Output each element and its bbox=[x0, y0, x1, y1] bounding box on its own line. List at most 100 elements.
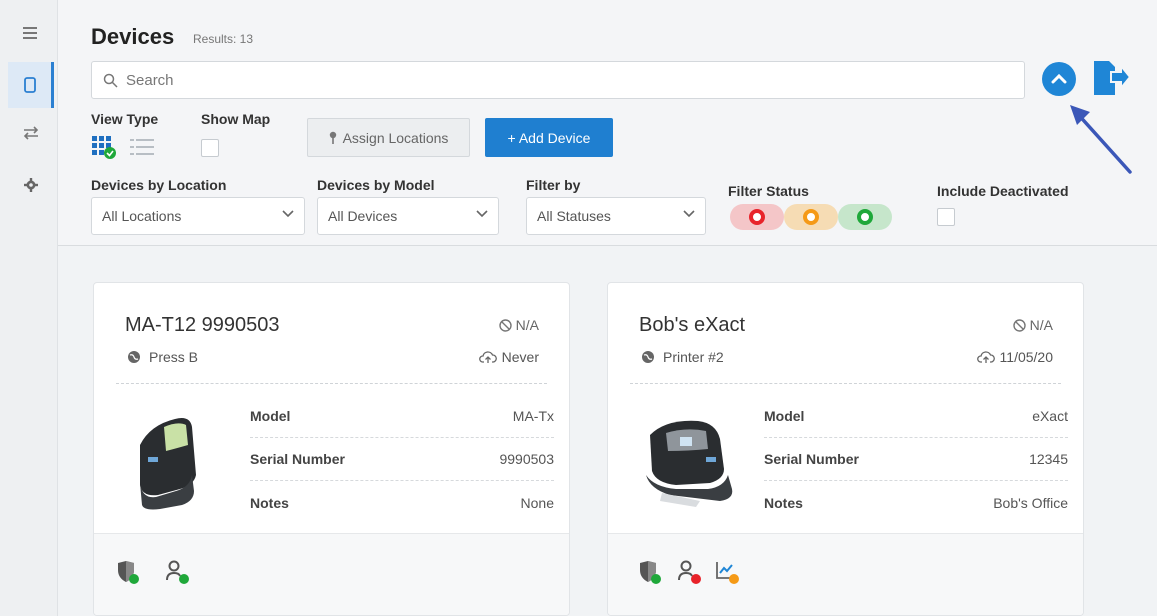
device-status: N/A bbox=[1012, 317, 1053, 333]
add-device-button[interactable]: + Add Device bbox=[485, 118, 613, 157]
menu-button[interactable] bbox=[8, 10, 54, 56]
nav-devices[interactable] bbox=[8, 62, 54, 108]
attribute-key: Model bbox=[764, 408, 805, 424]
chevron-up-icon bbox=[1051, 73, 1067, 84]
device-name: Bob's eXact bbox=[639, 314, 746, 336]
device-icon bbox=[23, 77, 36, 93]
card-footer bbox=[608, 533, 1083, 615]
grid-view-icon[interactable] bbox=[91, 134, 117, 160]
user-key-icon[interactable] bbox=[164, 558, 192, 586]
red-status-icon bbox=[749, 209, 765, 225]
device-card[interactable]: Bob's eXact N/A Printer #2 11/05/20 Mode… bbox=[607, 282, 1084, 616]
devices-header: Devices Results: 13 View Type Show Map A… bbox=[58, 0, 1157, 246]
device-image bbox=[646, 420, 733, 507]
nav-rail bbox=[0, 0, 58, 616]
attribute-value: 9990503 bbox=[499, 451, 554, 467]
chevron-down-icon bbox=[282, 210, 294, 218]
include-deactivated-checkbox[interactable] bbox=[937, 208, 955, 226]
device-image bbox=[140, 418, 196, 510]
card-divider bbox=[116, 383, 547, 384]
globe-icon bbox=[128, 351, 140, 363]
add-device-label: + Add Device bbox=[507, 129, 591, 146]
green-status-icon bbox=[857, 209, 873, 225]
nav-transfer[interactable] bbox=[8, 110, 54, 156]
card-footer bbox=[94, 533, 569, 615]
export-button[interactable] bbox=[1090, 58, 1132, 98]
device-location: Printer #2 bbox=[641, 349, 724, 365]
trend-chart-icon[interactable] bbox=[714, 558, 742, 586]
attribute-key: Notes bbox=[250, 494, 289, 511]
location-filter-label: Devices by Location bbox=[91, 177, 227, 193]
attribute-row: Serial Number 12345 bbox=[764, 438, 1068, 481]
attribute-key: Notes bbox=[764, 494, 803, 511]
attribute-value: None bbox=[520, 494, 554, 511]
orange-status-icon bbox=[803, 209, 819, 225]
show-map-label: Show Map bbox=[201, 111, 271, 127]
device-status: N/A bbox=[498, 317, 539, 333]
device-status-text: N/A bbox=[515, 317, 539, 333]
view-type-label: View Type bbox=[91, 111, 159, 127]
filter-by-select[interactable]: All Statuses bbox=[526, 197, 706, 235]
attribute-row: Notes Bob's Office bbox=[764, 481, 1068, 524]
nav-settings[interactable] bbox=[8, 162, 54, 208]
attribute-row: Model MA-Tx bbox=[250, 395, 554, 438]
include-deactivated-label: Include Deactivated bbox=[937, 183, 1069, 199]
device-card[interactable]: MA-T12 9990503 N/A Press B Never Model M… bbox=[93, 282, 570, 616]
attribute-row: Serial Number 9990503 bbox=[250, 438, 554, 481]
device-last-sync: 11/05/20 bbox=[976, 349, 1053, 365]
filter-by-select-value: All Statuses bbox=[537, 208, 611, 224]
shield-icon[interactable] bbox=[114, 558, 142, 586]
model-select-value: All Devices bbox=[328, 208, 398, 224]
device-status-text: N/A bbox=[1029, 317, 1053, 333]
chevron-down-icon bbox=[683, 210, 695, 218]
attribute-row: Notes None bbox=[250, 481, 554, 524]
search-input[interactable] bbox=[126, 71, 1006, 89]
card-divider bbox=[630, 383, 1061, 384]
show-map-checkbox[interactable] bbox=[201, 139, 219, 157]
attribute-value: MA-Tx bbox=[512, 408, 554, 424]
menu-icon bbox=[23, 27, 37, 39]
page-title: Devices bbox=[91, 24, 175, 49]
attribute-row: Model eXact bbox=[764, 395, 1068, 438]
list-view-icon[interactable] bbox=[130, 138, 154, 156]
attribute-key: Model bbox=[250, 408, 291, 424]
location-select-value: All Locations bbox=[102, 208, 182, 224]
device-name: MA-T12 9990503 bbox=[125, 314, 280, 336]
device-last-sync-text: 11/05/20 bbox=[999, 349, 1053, 365]
device-location-text: Printer #2 bbox=[663, 349, 724, 365]
chevron-down-icon bbox=[476, 210, 488, 218]
attribute-value: 12345 bbox=[1029, 451, 1068, 467]
model-select[interactable]: All Devices bbox=[317, 197, 499, 235]
user-key-icon[interactable] bbox=[676, 558, 704, 586]
attribute-value: Bob's Office bbox=[993, 494, 1068, 511]
attribute-key: Serial Number bbox=[764, 451, 859, 467]
transfer-icon bbox=[23, 126, 39, 140]
globe-icon bbox=[642, 351, 654, 363]
device-location-text: Press B bbox=[149, 349, 199, 365]
attribute-key: Serial Number bbox=[250, 451, 345, 467]
status-green-toggle[interactable] bbox=[838, 204, 892, 230]
model-filter-label: Devices by Model bbox=[317, 177, 435, 193]
export-icon bbox=[1094, 61, 1131, 95]
device-last-sync: Never bbox=[478, 349, 539, 365]
location-select[interactable]: All Locations bbox=[91, 197, 305, 235]
device-location: Press B bbox=[127, 349, 198, 365]
shield-icon[interactable] bbox=[636, 558, 664, 586]
attribute-value: eXact bbox=[1032, 408, 1068, 424]
filter-by-label: Filter by bbox=[526, 177, 581, 193]
search-box[interactable] bbox=[91, 61, 1025, 99]
status-red-toggle[interactable] bbox=[730, 204, 784, 230]
no-status-icon bbox=[498, 318, 512, 332]
annotation-arrow bbox=[1070, 105, 1132, 174]
pin-icon bbox=[329, 131, 336, 144]
assign-locations-label: Assign Locations bbox=[342, 129, 449, 146]
cloud-upload-icon bbox=[478, 351, 497, 363]
assign-locations-button[interactable]: Assign Locations bbox=[307, 118, 470, 157]
results-count: Results: 13 bbox=[193, 32, 254, 46]
search-icon bbox=[103, 73, 118, 88]
gear-icon bbox=[24, 178, 38, 192]
no-status-icon bbox=[1012, 318, 1026, 332]
cloud-upload-icon bbox=[976, 351, 995, 363]
collapse-filters-button[interactable] bbox=[1042, 62, 1076, 96]
status-orange-toggle[interactable] bbox=[784, 204, 838, 230]
